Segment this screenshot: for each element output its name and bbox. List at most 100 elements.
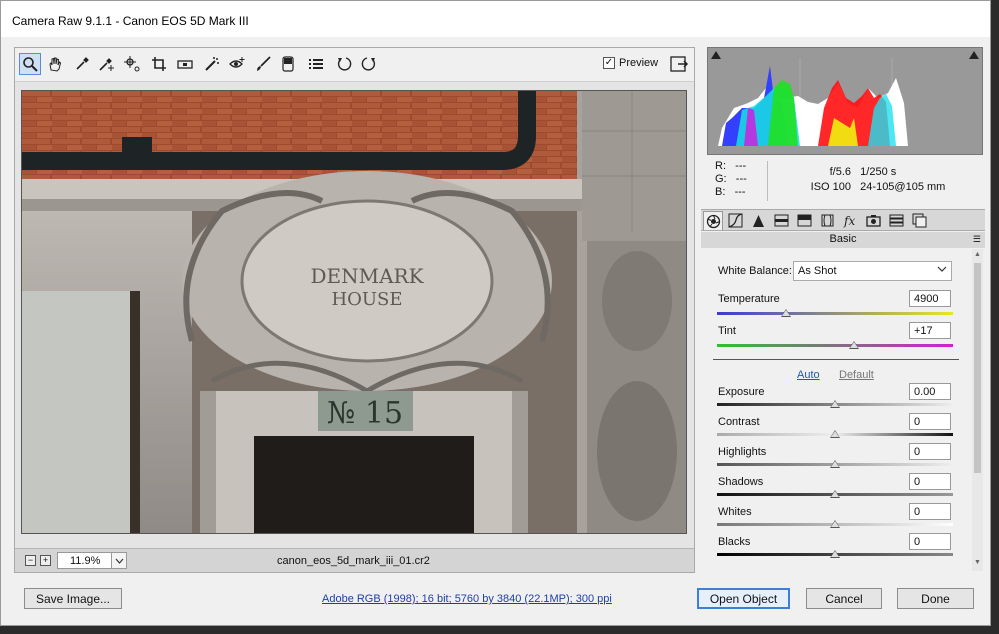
- highlights-label: Highlights: [718, 446, 767, 458]
- rotate-left-icon: [337, 57, 352, 71]
- crop-tool[interactable]: [148, 53, 170, 75]
- rgb-readout: R: --- G: --- B: ---: [715, 160, 747, 199]
- camera-raw-window: Camera Raw 9.1.1 - Canon EOS 5D Mark III: [0, 0, 991, 626]
- rotate-right-tool[interactable]: [358, 53, 380, 75]
- white-balance-select[interactable]: As Shot: [793, 261, 952, 281]
- exposure-label: Exposure: [718, 386, 765, 398]
- tab-effects[interactable]: fx: [840, 211, 860, 230]
- target-icon: [124, 56, 140, 72]
- tab-tone-curve[interactable]: [725, 211, 745, 230]
- spot-removal-tool[interactable]: [201, 53, 223, 75]
- open-object-button[interactable]: Open Object: [697, 588, 790, 609]
- preview-label: Preview: [619, 57, 659, 69]
- panel-scrollbar[interactable]: ▲ ▼: [972, 249, 983, 571]
- fullscreen-button[interactable]: [669, 54, 689, 74]
- temperature-value[interactable]: 4900: [909, 290, 951, 307]
- auto-link[interactable]: Auto: [797, 369, 820, 381]
- lens-value: 24-105@105 mm: [860, 181, 946, 193]
- sign-text-line2: HOUSE: [331, 289, 402, 310]
- contrast-value[interactable]: 0: [909, 413, 951, 430]
- straighten-tool[interactable]: [174, 53, 196, 75]
- exif-readout: f/5.6 1/250 s ISO 100 24-105@105 mm: [795, 165, 946, 195]
- graduated-filter-icon: [282, 56, 294, 72]
- house-number: № 15: [327, 396, 403, 431]
- zoom-tool[interactable]: [19, 53, 41, 75]
- targeted-adjustment-tool[interactable]: [121, 53, 143, 75]
- tab-camera-calibration[interactable]: [863, 211, 883, 230]
- list-icon: [309, 59, 323, 69]
- tab-snapshots[interactable]: [909, 211, 929, 230]
- hand-tool[interactable]: [44, 53, 66, 75]
- aperture-value: f/5.6: [829, 166, 851, 178]
- adjustments-panel: R: --- G: --- B: --- f/5.6 1/250 s ISO 1…: [701, 47, 985, 573]
- iso-value: ISO 100: [810, 181, 851, 193]
- panel-menu-icon[interactable]: ☰: [973, 234, 981, 245]
- workflow-options-link[interactable]: Adobe RGB (1998); 16 bit; 5760 by 3840 (…: [322, 593, 612, 605]
- red-eye-tool[interactable]: [226, 53, 248, 75]
- done-button[interactable]: Done: [897, 588, 974, 609]
- camera-icon: [865, 215, 881, 227]
- brush-icon: [257, 56, 271, 71]
- whites-value[interactable]: 0: [909, 503, 951, 520]
- info-divider: [767, 161, 768, 201]
- tab-detail[interactable]: [748, 211, 768, 230]
- default-link[interactable]: Default: [839, 369, 874, 381]
- tint-value[interactable]: +17: [909, 322, 951, 339]
- preview-checkbox[interactable]: ✓: [603, 57, 615, 69]
- zoom-out-button[interactable]: −: [25, 555, 36, 566]
- white-balance-tool[interactable]: [71, 53, 93, 75]
- camera-info: R: --- G: --- B: --- f/5.6 1/250 s ISO 1…: [707, 157, 983, 205]
- tab-lens-corrections[interactable]: [817, 211, 837, 230]
- zoom-dropdown[interactable]: [111, 552, 127, 569]
- cancel-button[interactable]: Cancel: [806, 588, 882, 609]
- save-image-button[interactable]: Save Image...: [24, 588, 122, 609]
- panel-header: Basic: [701, 232, 985, 248]
- zoom-in-button[interactable]: +: [40, 555, 51, 566]
- exposure-value[interactable]: 0.00: [909, 383, 951, 400]
- scroll-up-icon[interactable]: ▲: [974, 251, 981, 258]
- histogram-graph: [718, 58, 908, 146]
- tab-split-toning[interactable]: [794, 211, 814, 230]
- shutter-value: 1/250 s: [860, 166, 897, 178]
- title-bar: Camera Raw 9.1.1 - Canon EOS 5D Mark III: [1, 1, 990, 37]
- tab-hsl[interactable]: [771, 211, 791, 230]
- tab-basic[interactable]: [703, 211, 723, 230]
- highlights-slider-thumb[interactable]: [830, 460, 840, 468]
- blacks-slider-thumb[interactable]: [830, 550, 840, 558]
- panel-tabs: fx: [701, 209, 985, 231]
- preferences-tool[interactable]: [305, 53, 327, 75]
- whites-slider-thumb[interactable]: [830, 520, 840, 528]
- contrast-slider-thumb[interactable]: [830, 430, 840, 438]
- scroll-down-icon[interactable]: ▼: [974, 559, 981, 566]
- graduated-filter-tool[interactable]: [277, 53, 299, 75]
- exposure-slider-thumb[interactable]: [830, 400, 840, 408]
- rotate-left-tool[interactable]: [333, 53, 355, 75]
- fullscreen-icon: [670, 56, 689, 72]
- image-preview[interactable]: DENMARK HOUSE № 15: [21, 90, 687, 534]
- chevron-down-icon: [937, 266, 947, 272]
- preview-toggle[interactable]: ✓ Preview: [603, 57, 658, 69]
- tint-slider[interactable]: [717, 344, 953, 347]
- blacks-value[interactable]: 0: [909, 533, 951, 550]
- eyedropper-icon: [76, 57, 89, 70]
- basic-panel: White Balance: As Shot Temperature 4900 …: [701, 249, 971, 571]
- temperature-slider[interactable]: [717, 312, 953, 315]
- blacks-label: Blacks: [718, 536, 751, 548]
- chevron-down-icon: [115, 558, 123, 564]
- shadows-value[interactable]: 0: [909, 473, 951, 490]
- shadows-slider-thumb[interactable]: [830, 490, 840, 498]
- section-divider: [713, 359, 959, 360]
- adjustment-brush-tool[interactable]: [252, 53, 274, 75]
- scroll-thumb[interactable]: [974, 263, 981, 473]
- color-sampler-tool[interactable]: [95, 53, 117, 75]
- tab-presets[interactable]: [886, 211, 906, 230]
- highlights-value[interactable]: 0: [909, 443, 951, 460]
- temperature-slider-thumb[interactable]: [781, 309, 791, 317]
- filename-label: canon_eos_5d_mark_iii_01.cr2: [277, 555, 430, 567]
- hand-icon: [49, 57, 62, 72]
- b-label: B:: [715, 186, 726, 198]
- svg-text:fx: fx: [843, 214, 855, 228]
- sign-text-line1: DENMARK: [310, 264, 424, 288]
- tint-slider-thumb[interactable]: [849, 341, 859, 349]
- tone-curve-icon: [728, 213, 742, 228]
